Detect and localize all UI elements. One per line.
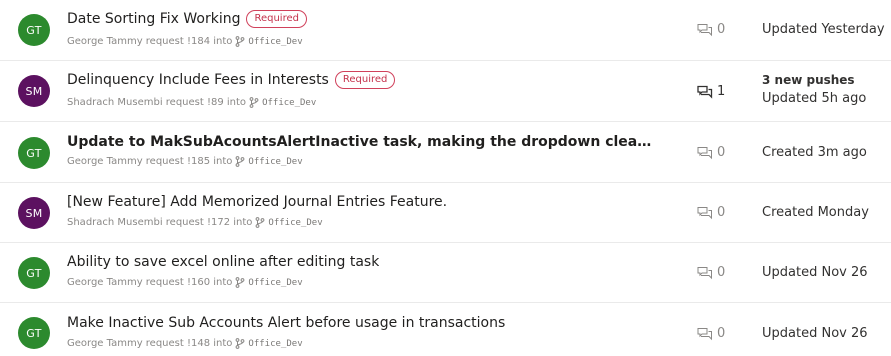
target-branch[interactable]: Office_Dev xyxy=(248,157,302,167)
pull-request-meta: George Tammy request !148 into xyxy=(67,338,233,349)
branch-icon xyxy=(236,277,245,288)
status-text: Updated Nov 26 xyxy=(762,265,868,280)
pull-request-title[interactable]: Update to MakSubAcountsAlertInactive tas… xyxy=(67,134,652,150)
comment-count: 0 xyxy=(697,265,725,280)
required-badge: Required xyxy=(334,71,396,89)
branch-icon xyxy=(236,156,245,167)
pull-request-title[interactable]: Ability to save excel online after editi… xyxy=(67,254,379,270)
comment-count-value: 0 xyxy=(717,145,726,160)
target-branch[interactable]: Office_Dev xyxy=(262,98,316,108)
pull-request-row[interactable]: GT Date Sorting Fix Working Required Geo… xyxy=(0,0,891,61)
comments-icon xyxy=(697,266,712,279)
branch-icon xyxy=(236,338,245,349)
target-branch[interactable]: Office_Dev xyxy=(268,218,322,228)
pull-request-meta: George Tammy request !185 into xyxy=(67,156,233,167)
comments-icon xyxy=(697,146,712,159)
new-pushes-label: 3 new pushes xyxy=(762,73,855,87)
comment-count: 0 xyxy=(697,326,725,341)
pull-request-row[interactable]: GT Ability to save excel online after ed… xyxy=(0,243,891,303)
comment-count: 0 xyxy=(697,145,725,160)
pull-request-title[interactable]: [New Feature] Add Memorized Journal Entr… xyxy=(67,194,447,210)
pull-request-meta: George Tammy request !184 into xyxy=(67,36,233,47)
updated-label: Updated 5h ago xyxy=(762,91,867,106)
pull-request-meta: George Tammy request !160 into xyxy=(67,277,233,288)
target-branch[interactable]: Office_Dev xyxy=(248,339,302,349)
pull-request-row[interactable]: GT Make Inactive Sub Accounts Alert befo… xyxy=(0,303,891,356)
status-text: Created Monday xyxy=(762,205,869,220)
branch-icon xyxy=(256,217,265,228)
comment-count-value: 0 xyxy=(717,205,726,220)
target-branch[interactable]: Office_Dev xyxy=(248,37,302,47)
pull-request-title[interactable]: Date Sorting Fix Working xyxy=(67,11,240,27)
comment-count: 1 xyxy=(697,84,725,99)
status-text: 3 new pushes Updated 5h ago xyxy=(762,73,866,106)
pull-request-title[interactable]: Make Inactive Sub Accounts Alert before … xyxy=(67,315,505,331)
avatar: GT xyxy=(18,257,50,289)
status-text: Created 3m ago xyxy=(762,145,867,160)
comments-icon xyxy=(697,327,712,340)
comment-count-value: 0 xyxy=(717,22,726,37)
comments-icon xyxy=(697,206,712,219)
target-branch[interactable]: Office_Dev xyxy=(248,278,302,288)
avatar: GT xyxy=(18,317,50,349)
comment-count-value: 0 xyxy=(717,265,726,280)
comments-icon xyxy=(697,23,712,36)
avatar: GT xyxy=(18,137,50,169)
avatar: SM xyxy=(18,197,50,229)
pull-request-meta: Shadrach Musembi request !172 into xyxy=(67,217,253,228)
pull-request-row[interactable]: SM Delinquency Include Fees in Interests… xyxy=(0,61,891,122)
pull-request-list: GT Date Sorting Fix Working Required Geo… xyxy=(0,0,891,356)
comment-count: 0 xyxy=(697,22,725,37)
comment-count: 0 xyxy=(697,205,725,220)
branch-icon xyxy=(236,36,245,47)
comment-count-value: 1 xyxy=(717,84,726,99)
avatar: GT xyxy=(18,14,50,46)
status-text: Updated Yesterday xyxy=(762,22,885,37)
required-badge: Required xyxy=(246,10,307,28)
comment-count-value: 0 xyxy=(717,326,726,341)
avatar: SM xyxy=(18,75,50,107)
comments-icon xyxy=(697,85,713,99)
pull-request-title[interactable]: Delinquency Include Fees in Interests xyxy=(67,72,329,88)
pull-request-row[interactable]: GT Update to MakSubAcountsAlertInactive … xyxy=(0,122,891,183)
branch-icon xyxy=(249,97,259,108)
pull-request-meta: Shadrach Musembi request !89 into xyxy=(67,97,247,108)
pull-request-row[interactable]: SM [New Feature] Add Memorized Journal E… xyxy=(0,183,891,243)
status-text: Updated Nov 26 xyxy=(762,326,868,341)
